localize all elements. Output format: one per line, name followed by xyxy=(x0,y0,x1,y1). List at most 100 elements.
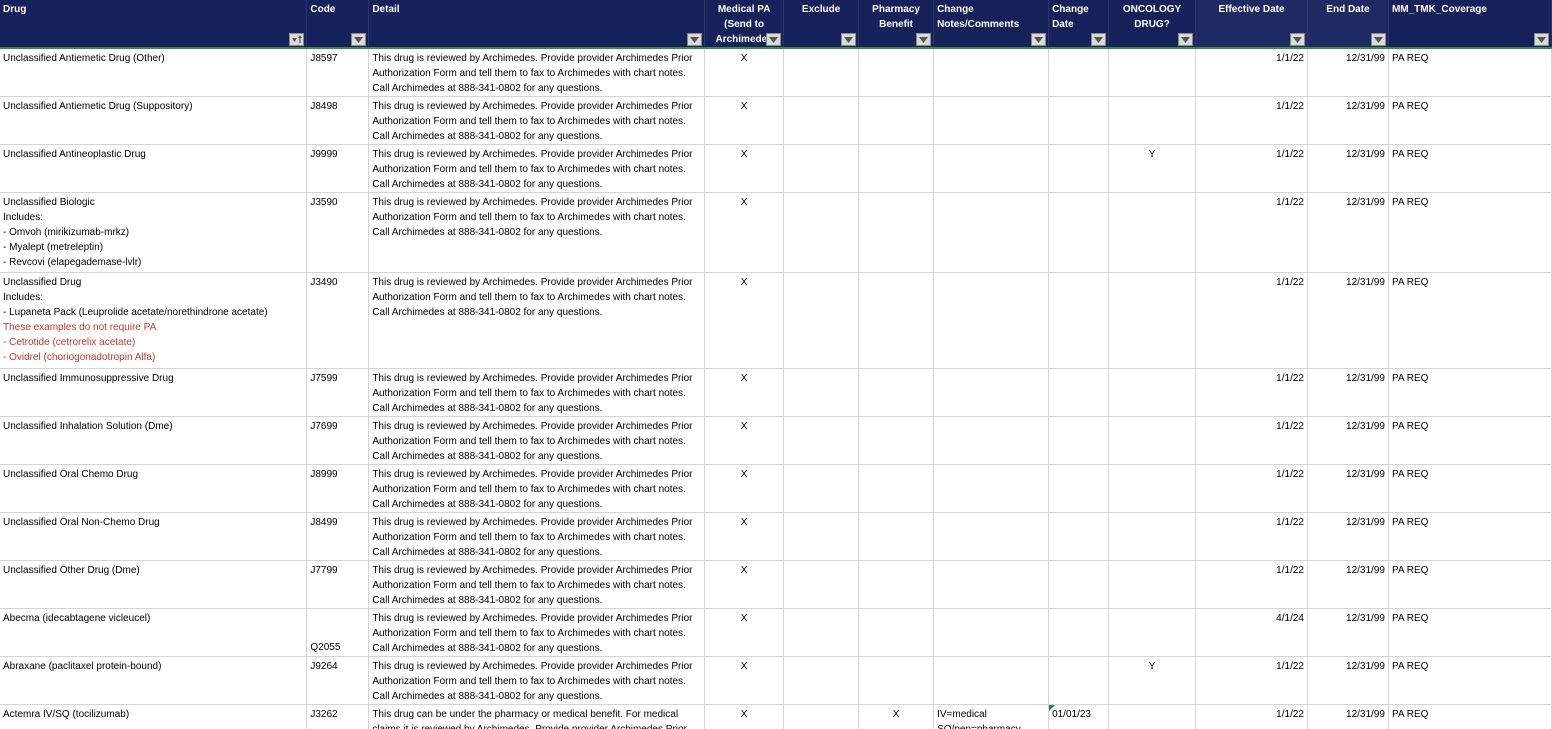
cell-changedate[interactable] xyxy=(1048,368,1110,417)
cell-effective[interactable]: 1/1/22 xyxy=(1195,704,1308,729)
cell-detail[interactable]: This drug is reviewed by Archimedes. Pro… xyxy=(368,464,706,513)
cell-exclude[interactable] xyxy=(783,368,860,417)
cell-effective[interactable]: 1/1/22 xyxy=(1195,272,1308,369)
cell-effective[interactable]: 1/1/22 xyxy=(1195,48,1308,97)
cell-coverage[interactable]: PA REQ xyxy=(1388,704,1552,729)
filter-dropdown-icon[interactable] xyxy=(766,33,782,46)
cell-effective[interactable]: 1/1/22 xyxy=(1195,656,1308,705)
cell-changedate[interactable] xyxy=(1048,464,1110,513)
cell-drug[interactable]: Unclassified Antiemetic Drug (Suppositor… xyxy=(0,96,308,145)
cell-drug[interactable]: Unclassified Drug Includes: - Lupaneta P… xyxy=(0,272,308,369)
cell-code[interactable]: J8999 xyxy=(306,464,370,513)
cell-end[interactable]: 12/31/99 xyxy=(1307,368,1389,417)
cell-oncology[interactable] xyxy=(1108,48,1197,97)
cell-drug[interactable]: Unclassified Antineoplastic Drug xyxy=(0,144,308,193)
cell-pharmacy[interactable] xyxy=(858,464,935,513)
cell-pharmacy[interactable] xyxy=(858,656,935,705)
cell-effective[interactable]: 1/1/22 xyxy=(1195,192,1308,273)
cell-detail[interactable]: This drug is reviewed by Archimedes. Pro… xyxy=(368,560,706,609)
filter-sort-icon[interactable] xyxy=(289,33,305,46)
cell-oncology[interactable] xyxy=(1108,192,1197,273)
cell-coverage[interactable]: PA REQ xyxy=(1388,192,1552,273)
cell-end[interactable]: 12/31/99 xyxy=(1307,608,1389,657)
cell-changedate[interactable] xyxy=(1048,272,1110,369)
column-header-oncology[interactable]: ONCOLOGY DRUG? xyxy=(1108,0,1197,48)
cell-effective[interactable]: 4/1/24 xyxy=(1195,608,1308,657)
cell-exclude[interactable] xyxy=(783,272,860,369)
filter-dropdown-icon[interactable] xyxy=(1534,33,1549,46)
cell-drug[interactable]: Abecma (idecabtagene vicleucel) xyxy=(0,608,308,657)
cell-code[interactable]: J8498 xyxy=(306,96,370,145)
column-header-effective[interactable]: Effective Date xyxy=(1195,0,1308,48)
cell-changedate[interactable] xyxy=(1048,608,1110,657)
cell-medpa[interactable]: X xyxy=(704,368,785,417)
cell-changedate[interactable] xyxy=(1048,48,1110,97)
cell-detail[interactable]: This drug is reviewed by Archimedes. Pro… xyxy=(368,512,706,561)
cell-oncology[interactable] xyxy=(1108,608,1197,657)
filter-dropdown-icon[interactable] xyxy=(351,33,367,46)
cell-effective[interactable]: 1/1/22 xyxy=(1195,416,1308,465)
cell-end[interactable]: 12/31/99 xyxy=(1307,144,1389,193)
cell-oncology[interactable] xyxy=(1108,704,1197,729)
cell-pharmacy[interactable] xyxy=(858,560,935,609)
cell-changedate[interactable] xyxy=(1048,656,1110,705)
cell-medpa[interactable]: X xyxy=(704,704,785,729)
cell-notes[interactable] xyxy=(933,656,1050,705)
cell-medpa[interactable]: X xyxy=(704,192,785,273)
cell-pharmacy[interactable] xyxy=(858,512,935,561)
cell-changedate[interactable] xyxy=(1048,144,1110,193)
cell-effective[interactable]: 1/1/22 xyxy=(1195,96,1308,145)
cell-end[interactable]: 12/31/99 xyxy=(1307,560,1389,609)
cell-code[interactable]: J8499 xyxy=(306,512,370,561)
column-header-exclude[interactable]: Exclude xyxy=(783,0,860,48)
cell-notes[interactable] xyxy=(933,560,1050,609)
cell-coverage[interactable]: PA REQ xyxy=(1388,96,1552,145)
cell-coverage[interactable]: PA REQ xyxy=(1388,416,1552,465)
cell-detail[interactable]: This drug is reviewed by Archimedes. Pro… xyxy=(368,416,706,465)
cell-code[interactable]: J9264 xyxy=(306,656,370,705)
cell-coverage[interactable]: PA REQ xyxy=(1388,144,1552,193)
cell-drug[interactable]: Unclassified Biologic Includes: - Omvoh … xyxy=(0,192,308,273)
cell-changedate[interactable] xyxy=(1048,512,1110,561)
cell-medpa[interactable]: X xyxy=(704,96,785,145)
cell-detail[interactable]: This drug is reviewed by Archimedes. Pro… xyxy=(368,96,706,145)
cell-code[interactable]: J7699 xyxy=(306,416,370,465)
cell-code[interactable]: J3490 xyxy=(306,272,370,369)
cell-medpa[interactable]: X xyxy=(704,656,785,705)
cell-end[interactable]: 12/31/99 xyxy=(1307,416,1389,465)
cell-notes[interactable] xyxy=(933,416,1050,465)
cell-drug[interactable]: Unclassified Inhalation Solution (Dme) xyxy=(0,416,308,465)
cell-effective[interactable]: 1/1/22 xyxy=(1195,144,1308,193)
cell-effective[interactable]: 1/1/22 xyxy=(1195,512,1308,561)
cell-pharmacy[interactable] xyxy=(858,272,935,369)
filter-dropdown-icon[interactable] xyxy=(687,33,703,46)
cell-oncology[interactable] xyxy=(1108,464,1197,513)
cell-changedate[interactable]: 01/01/23 xyxy=(1048,704,1110,729)
cell-drug[interactable]: Unclassified Oral Non-Chemo Drug xyxy=(0,512,308,561)
cell-oncology[interactable] xyxy=(1108,416,1197,465)
cell-medpa[interactable]: X xyxy=(704,416,785,465)
cell-coverage[interactable]: PA REQ xyxy=(1388,608,1552,657)
cell-oncology[interactable] xyxy=(1108,512,1197,561)
column-header-notes[interactable]: Change Notes/Comments xyxy=(933,0,1050,48)
cell-exclude[interactable] xyxy=(783,704,860,729)
cell-end[interactable]: 12/31/99 xyxy=(1307,656,1389,705)
cell-notes[interactable] xyxy=(933,608,1050,657)
cell-effective[interactable]: 1/1/22 xyxy=(1195,464,1308,513)
cell-code[interactable]: J8597 xyxy=(306,48,370,97)
cell-exclude[interactable] xyxy=(783,192,860,273)
cell-exclude[interactable] xyxy=(783,96,860,145)
cell-exclude[interactable] xyxy=(783,144,860,193)
cell-oncology[interactable] xyxy=(1108,96,1197,145)
cell-detail[interactable]: This drug is reviewed by Archimedes. Pro… xyxy=(368,368,706,417)
cell-detail[interactable]: This drug is reviewed by Archimedes. Pro… xyxy=(368,608,706,657)
cell-code[interactable]: Q2055 xyxy=(306,608,370,657)
cell-detail[interactable]: This drug is reviewed by Archimedes. Pro… xyxy=(368,48,706,97)
cell-code[interactable]: J3590 xyxy=(306,192,370,273)
cell-end[interactable]: 12/31/99 xyxy=(1307,464,1389,513)
cell-pharmacy[interactable] xyxy=(858,96,935,145)
cell-medpa[interactable]: X xyxy=(704,560,785,609)
cell-notes[interactable] xyxy=(933,48,1050,97)
filter-dropdown-icon[interactable] xyxy=(916,33,932,46)
cell-pharmacy[interactable] xyxy=(858,192,935,273)
